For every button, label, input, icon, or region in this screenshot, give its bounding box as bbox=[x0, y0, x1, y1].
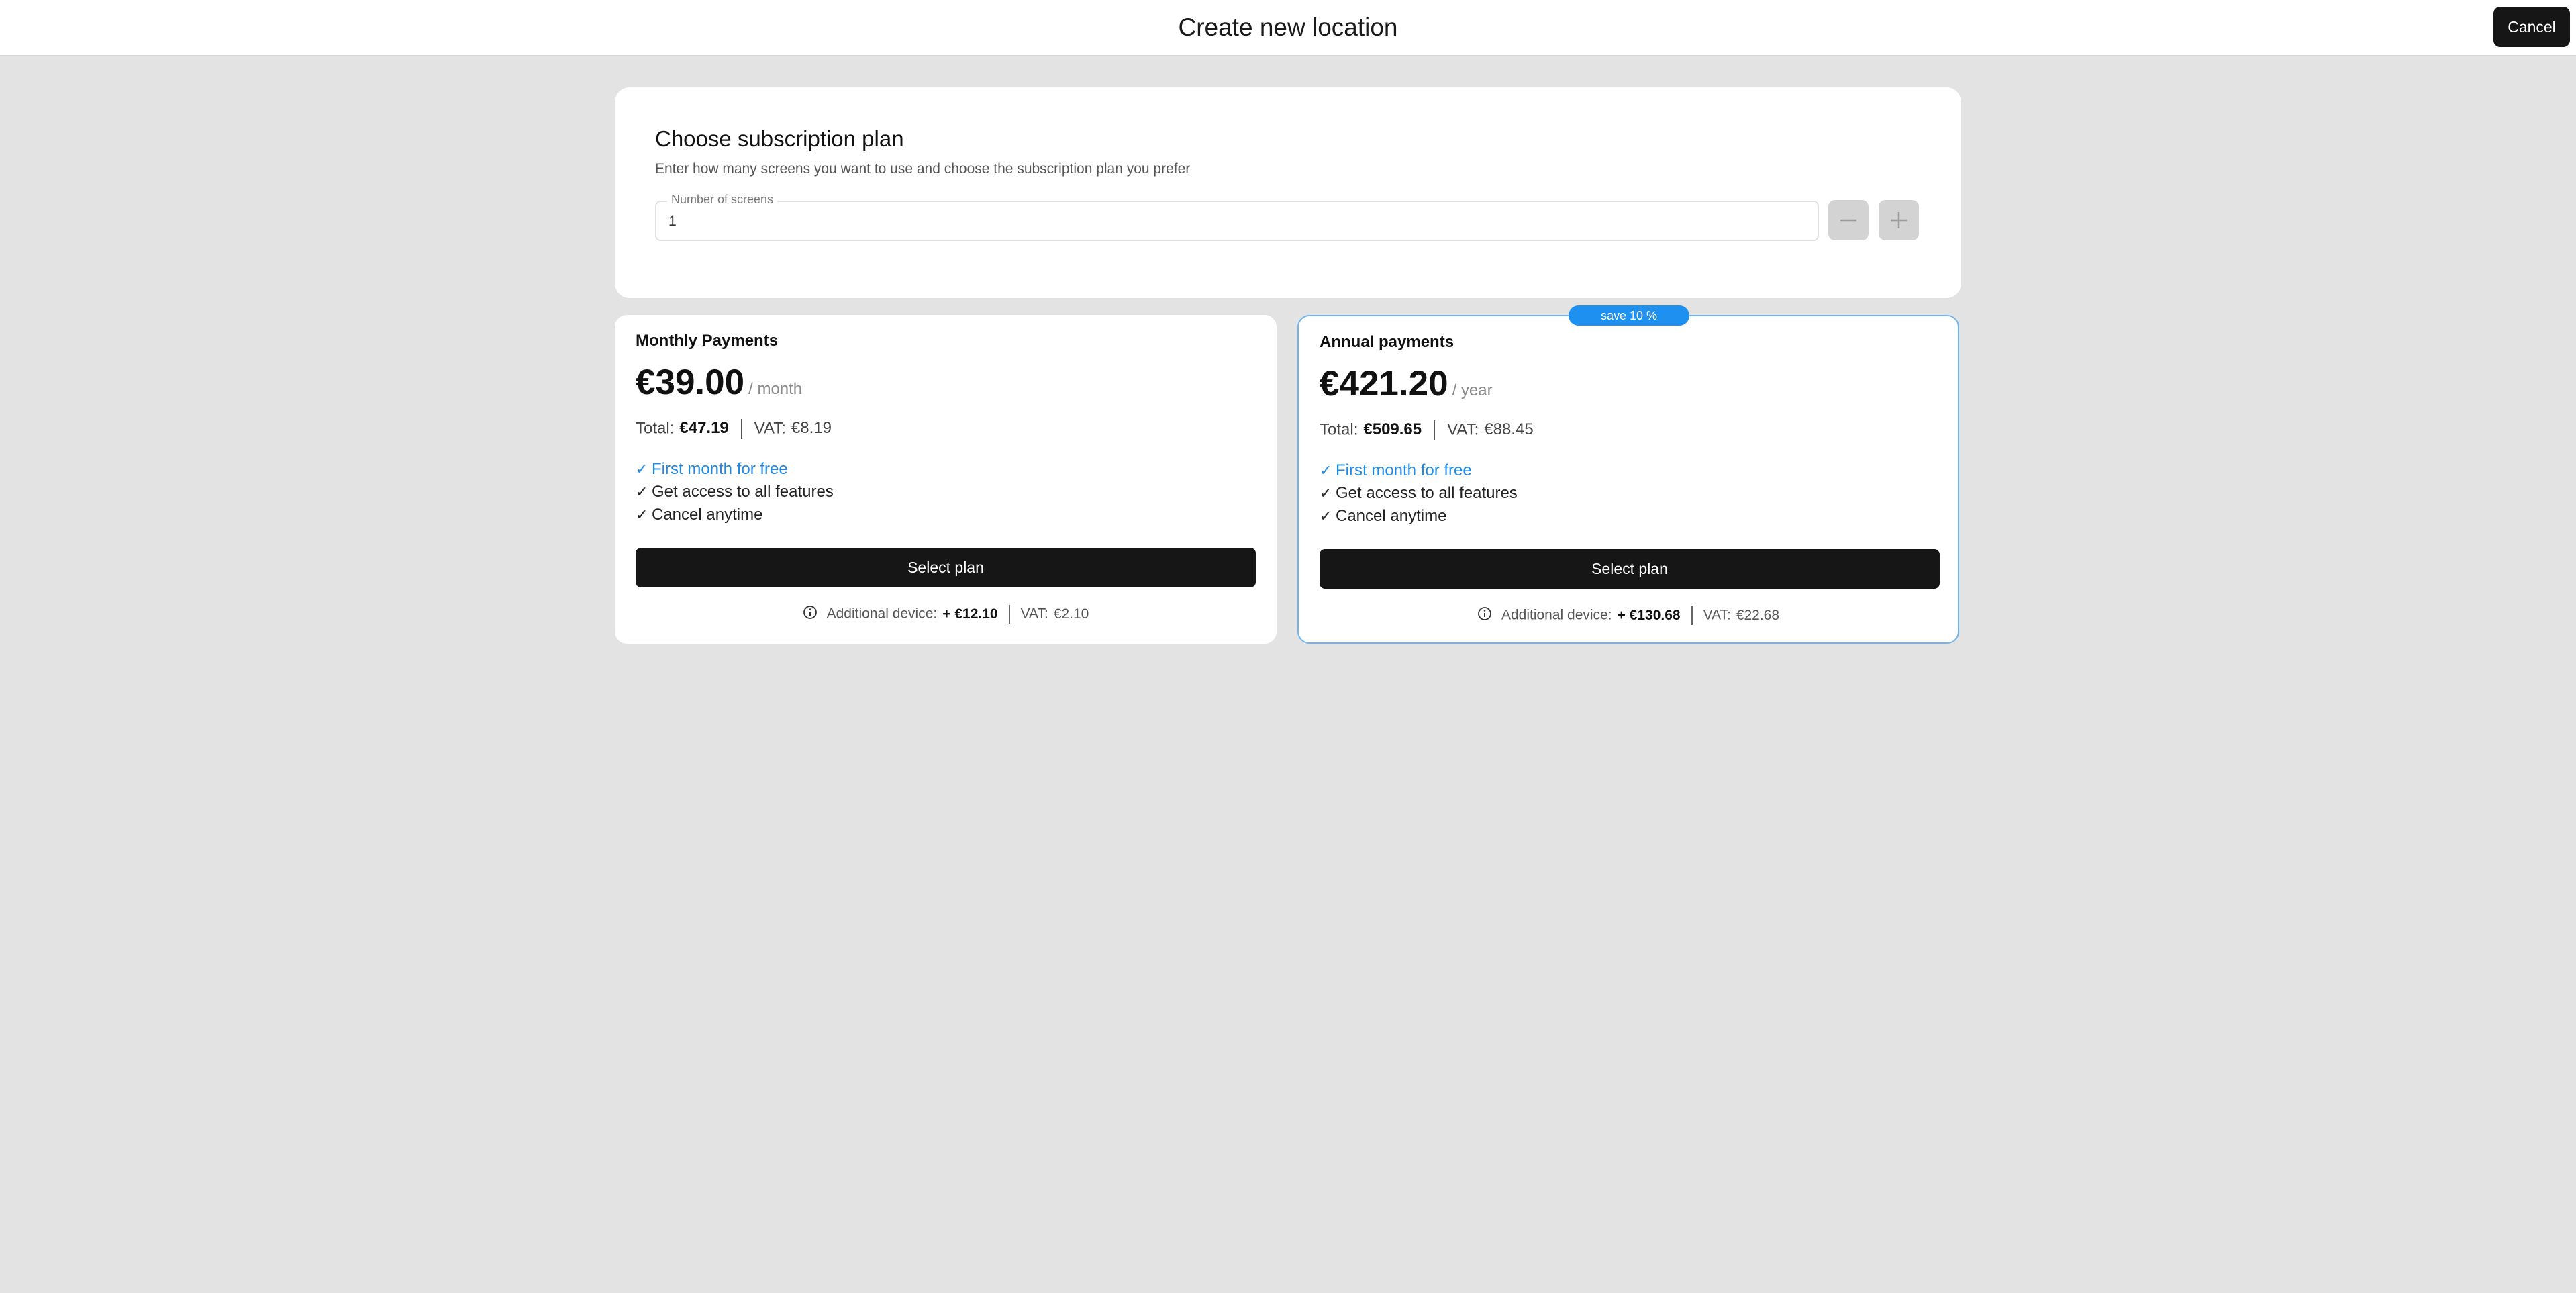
total-value: €47.19 bbox=[679, 419, 729, 438]
vat-label: VAT: bbox=[1447, 420, 1479, 439]
info-icon bbox=[1477, 606, 1492, 625]
plan-period: / month bbox=[748, 380, 803, 398]
check-icon: ✓ bbox=[636, 506, 648, 523]
total-label: Total: bbox=[636, 419, 675, 438]
subscription-subtitle: Enter how many screens you want to use a… bbox=[655, 161, 1191, 177]
totals-row: Total: €509.65 VAT: €88.45 bbox=[1320, 420, 1534, 440]
vat-value: €88.45 bbox=[1484, 420, 1534, 439]
additional-value: + €12.10 bbox=[942, 606, 998, 622]
info-icon bbox=[803, 605, 818, 624]
decrement-button[interactable] bbox=[1828, 200, 1869, 240]
check-icon: ✓ bbox=[636, 483, 648, 500]
vat-label: VAT: bbox=[754, 419, 786, 438]
divider bbox=[1434, 420, 1436, 440]
divider bbox=[1008, 605, 1010, 624]
price-row: €421.20/ year bbox=[1320, 363, 1493, 404]
feature-item: ✓ First month for free bbox=[1320, 459, 1518, 482]
totals-row: Total: €47.19 VAT: €8.19 bbox=[636, 419, 832, 439]
feature-item: ✓ First month for free bbox=[636, 458, 834, 481]
additional-vat-value: €2.10 bbox=[1053, 606, 1089, 622]
feature-item: ✓ Get access to all features bbox=[636, 481, 834, 504]
select-plan-button[interactable]: Select plan bbox=[636, 548, 1256, 587]
screens-input[interactable] bbox=[668, 211, 1742, 232]
check-icon: ✓ bbox=[636, 461, 648, 477]
check-icon: ✓ bbox=[1320, 485, 1332, 501]
increment-button[interactable] bbox=[1879, 200, 1919, 240]
feature-list: ✓ First month for free ✓ Get access to all… bbox=[1320, 459, 1518, 528]
check-icon: ✓ bbox=[1320, 462, 1332, 479]
cancel-button[interactable]: Cancel bbox=[2493, 7, 2570, 47]
monthly-plan-card: Monthly Payments €39.00/ month Total: €47… bbox=[615, 315, 1277, 644]
feature-item: ✓ Get access to all features bbox=[1320, 482, 1518, 505]
subscription-title: Choose subscription plan bbox=[655, 126, 904, 151]
screens-field[interactable]: Number of screens bbox=[655, 193, 1819, 241]
feature-item: ✓ Cancel anytime bbox=[636, 504, 834, 526]
additional-vat-value: €22.68 bbox=[1736, 607, 1780, 623]
feature-item: ✓ Cancel anytime bbox=[1320, 505, 1518, 528]
check-icon: ✓ bbox=[1320, 508, 1332, 524]
additional-device-info: Additional device: + €130.68 VAT: €22.68 bbox=[1299, 606, 1958, 625]
annual-plan-card: save 10 % Annual payments €421.20/ year … bbox=[1297, 305, 1959, 644]
additional-label: Additional device: bbox=[826, 606, 938, 622]
divider bbox=[740, 419, 742, 439]
plan-period: / year bbox=[1452, 381, 1493, 399]
additional-vat-label: VAT: bbox=[1020, 606, 1048, 622]
vat-value: €8.19 bbox=[791, 419, 832, 438]
total-label: Total: bbox=[1320, 420, 1358, 439]
additional-value: + €130.68 bbox=[1617, 607, 1681, 623]
subscription-plan-card: Choose subscription plan Enter how many … bbox=[615, 87, 1961, 298]
plan-price: €421.20 bbox=[1320, 364, 1448, 403]
select-plan-button[interactable]: Select plan bbox=[1320, 549, 1940, 589]
price-row: €39.00/ month bbox=[636, 362, 802, 403]
additional-vat-label: VAT: bbox=[1703, 607, 1731, 623]
screens-field-label: Number of screens bbox=[667, 193, 778, 207]
plan-title: Monthly Payments bbox=[636, 332, 779, 350]
page-title: Create new location bbox=[1178, 13, 1398, 41]
divider bbox=[1691, 606, 1693, 625]
plan-price: €39.00 bbox=[636, 363, 745, 402]
feature-list: ✓ First month for free ✓ Get access to all… bbox=[636, 458, 834, 526]
additional-label: Additional device: bbox=[1501, 607, 1612, 623]
additional-device-info: Additional device: + €12.10 VAT: €2.10 bbox=[615, 605, 1277, 624]
total-value: €509.65 bbox=[1363, 420, 1422, 439]
top-bar: Create new location Cancel bbox=[0, 0, 2576, 56]
save-badge: save 10 % bbox=[1569, 305, 1689, 326]
plan-title: Annual payments bbox=[1320, 333, 1454, 351]
